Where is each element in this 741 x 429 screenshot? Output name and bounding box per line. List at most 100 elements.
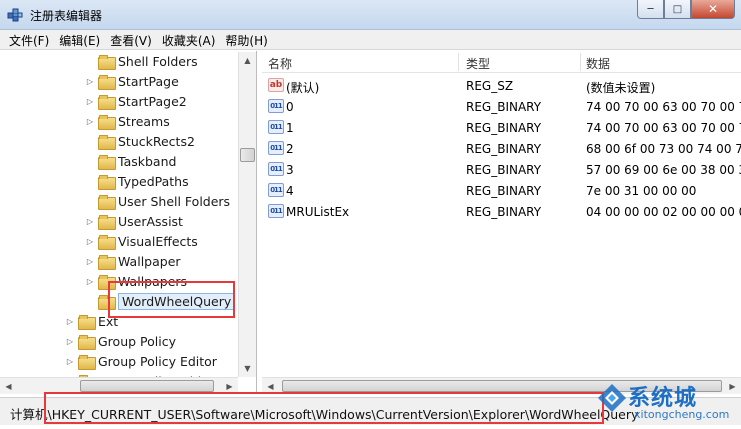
column-type-header[interactable]: 类型 <box>466 55 490 72</box>
binary-value-icon: 011 <box>268 141 284 155</box>
window-controls: ─ □ ✕ <box>637 0 735 20</box>
tree-item-label: Ext <box>98 313 119 329</box>
binary-value-icon: 011 <box>268 204 284 218</box>
scroll-left-arrow-icon[interactable]: ◀ <box>262 378 279 394</box>
folder-icon <box>98 234 116 250</box>
expand-arrow-icon[interactable]: ▷ <box>84 217 96 226</box>
value-row[interactable]: ab (默认) REG_SZ (数值未设置) <box>262 75 741 96</box>
tree-item-label: Wallpapers <box>118 273 188 289</box>
value-name: 1 <box>286 121 294 135</box>
menu-file[interactable]: 文件(F) <box>4 30 54 49</box>
value-name: 3 <box>286 163 294 177</box>
tree-item-label: User Shell Folders <box>118 193 231 209</box>
folder-icon <box>98 254 116 270</box>
tree-item[interactable]: User Shell Folders <box>84 191 230 211</box>
column-divider[interactable] <box>458 53 459 71</box>
menu-favorites[interactable]: 收藏夹(A) <box>157 30 221 49</box>
folder-icon <box>98 174 116 190</box>
folder-icon <box>78 354 96 370</box>
values-list[interactable]: 名称 类型 数据 ab (默认) REG_SZ (数值未设置) 011 0 REG_BINA… <box>262 51 741 394</box>
column-data-header[interactable]: 数据 <box>586 55 610 72</box>
tree-item[interactable]: ▷ Streams <box>84 111 170 131</box>
tree-item[interactable]: StuckRects2 <box>84 131 195 151</box>
folder-icon <box>98 114 116 130</box>
tree-item-label: StuckRects2 <box>118 133 195 149</box>
value-name: 0 <box>286 100 294 114</box>
binary-value-icon: 011 <box>268 183 284 197</box>
tree-item[interactable]: ▷ Group Policy <box>64 331 176 351</box>
tree-item[interactable]: ▷ Group Policy Editor <box>64 351 217 371</box>
tree-item[interactable]: ▷ Ext <box>64 311 118 331</box>
folder-icon <box>98 214 116 230</box>
value-row[interactable]: 011 3 REG_BINARY 57 00 69 00 6e 00 38 00 3 <box>262 159 741 180</box>
folder-icon <box>78 334 96 350</box>
folder-icon <box>98 294 116 310</box>
binary-value-icon: 011 <box>268 162 284 176</box>
tree-item[interactable]: ▷ StartPage <box>84 71 179 91</box>
window-title: 注册表编辑器 <box>30 9 103 23</box>
expand-arrow-icon[interactable]: ▷ <box>84 97 96 106</box>
expand-arrow-icon[interactable]: ▷ <box>84 77 96 86</box>
expand-arrow-icon[interactable]: ▷ <box>64 357 76 366</box>
expand-arrow-icon[interactable]: ▷ <box>84 277 96 286</box>
menu-view[interactable]: 查看(V) <box>105 30 157 49</box>
value-type: REG_BINARY <box>466 205 542 219</box>
tree-item-label: Wallpaper <box>118 253 181 269</box>
value-data: (数值未设置) <box>586 81 656 95</box>
binary-value-icon: 011 <box>268 120 284 134</box>
value-name: 2 <box>286 142 294 156</box>
scroll-down-arrow-icon[interactable]: ▼ <box>239 360 256 377</box>
tree-item-label: Shell Folders <box>118 53 198 69</box>
value-row[interactable]: 011 4 REG_BINARY 7e 00 31 00 00 00 <box>262 180 741 201</box>
folder-icon <box>98 154 116 170</box>
tree-item[interactable]: ▷ Wallpapers <box>84 271 187 291</box>
tree-item[interactable]: TypedPaths <box>84 171 189 191</box>
column-name-header[interactable]: 名称 <box>268 55 292 72</box>
value-row[interactable]: 011 0 REG_BINARY 74 00 70 00 63 00 70 00 7 <box>262 96 741 117</box>
scroll-right-arrow-icon[interactable]: ▶ <box>221 378 238 394</box>
minimize-button[interactable]: ─ <box>637 0 664 19</box>
menu-bar: 文件(F) 编辑(E) 查看(V) 收藏夹(A) 帮助(H) <box>0 30 741 50</box>
tree-item[interactable]: WordWheelQuery <box>84 291 236 311</box>
tree-vertical-scrollbar[interactable]: ▲ ▼ <box>238 52 256 377</box>
scroll-up-arrow-icon[interactable]: ▲ <box>239 52 256 69</box>
folder-icon <box>98 194 116 210</box>
menu-edit[interactable]: 编辑(E) <box>54 30 105 49</box>
column-header: 名称 类型 数据 <box>262 51 741 73</box>
expand-arrow-icon[interactable]: ▷ <box>64 317 76 326</box>
maximize-button[interactable]: □ <box>664 0 691 19</box>
value-row[interactable]: 011 2 REG_BINARY 68 00 6f 00 73 00 74 00 7 <box>262 138 741 159</box>
expand-arrow-icon[interactable]: ▷ <box>64 337 76 346</box>
tree-item-label: TypedPaths <box>118 173 189 189</box>
expand-arrow-icon[interactable]: ▷ <box>84 237 96 246</box>
menu-help[interactable]: 帮助(H) <box>220 30 272 49</box>
tree-item[interactable]: Taskband <box>84 151 176 171</box>
value-row[interactable]: 011 MRUListEx REG_BINARY 04 00 00 00 02 00 … <box>262 201 741 222</box>
scroll-left-arrow-icon[interactable]: ◀ <box>0 378 17 394</box>
tree-item[interactable]: ▷ UserAssist <box>84 211 183 231</box>
registry-path: 计算机\HKEY_CURRENT_USER\Software\Microsoft… <box>10 407 639 422</box>
scroll-thumb[interactable] <box>80 380 214 392</box>
column-divider[interactable] <box>580 53 581 71</box>
value-row[interactable]: 011 1 REG_BINARY 74 00 70 00 63 00 70 00 7 <box>262 117 741 138</box>
tree-item[interactable]: Shell Folders <box>84 51 198 71</box>
tree-item-label: WordWheelQuery <box>118 292 236 310</box>
tree-item[interactable]: ▷ StartPage2 <box>84 91 187 111</box>
xitongcheng-logo-icon <box>598 384 626 412</box>
value-type: REG_BINARY <box>466 100 542 114</box>
folder-icon <box>98 134 116 150</box>
value-name: (默认) <box>286 81 320 95</box>
tree-item-label: Streams <box>118 113 170 129</box>
watermark: 系统城 xitongcheng.com <box>588 374 738 424</box>
scroll-thumb[interactable] <box>240 148 255 162</box>
tree-item[interactable]: ▷ Wallpaper <box>84 251 181 271</box>
expand-arrow-icon[interactable]: ▷ <box>84 257 96 266</box>
tree-item[interactable]: ▷ VisualEffects <box>84 231 198 251</box>
key-tree[interactable]: Shell Folders ▷ StartPage ▷ StartPage2 ▷ Strea… <box>0 51 257 394</box>
close-button[interactable]: ✕ <box>691 0 735 19</box>
expand-arrow-icon[interactable]: ▷ <box>84 117 96 126</box>
value-type: REG_BINARY <box>466 142 542 156</box>
tree-horizontal-scrollbar[interactable]: ◀ ▶ <box>0 377 238 394</box>
watermark-url: xitongcheng.com <box>634 408 730 421</box>
folder-icon <box>98 274 116 290</box>
